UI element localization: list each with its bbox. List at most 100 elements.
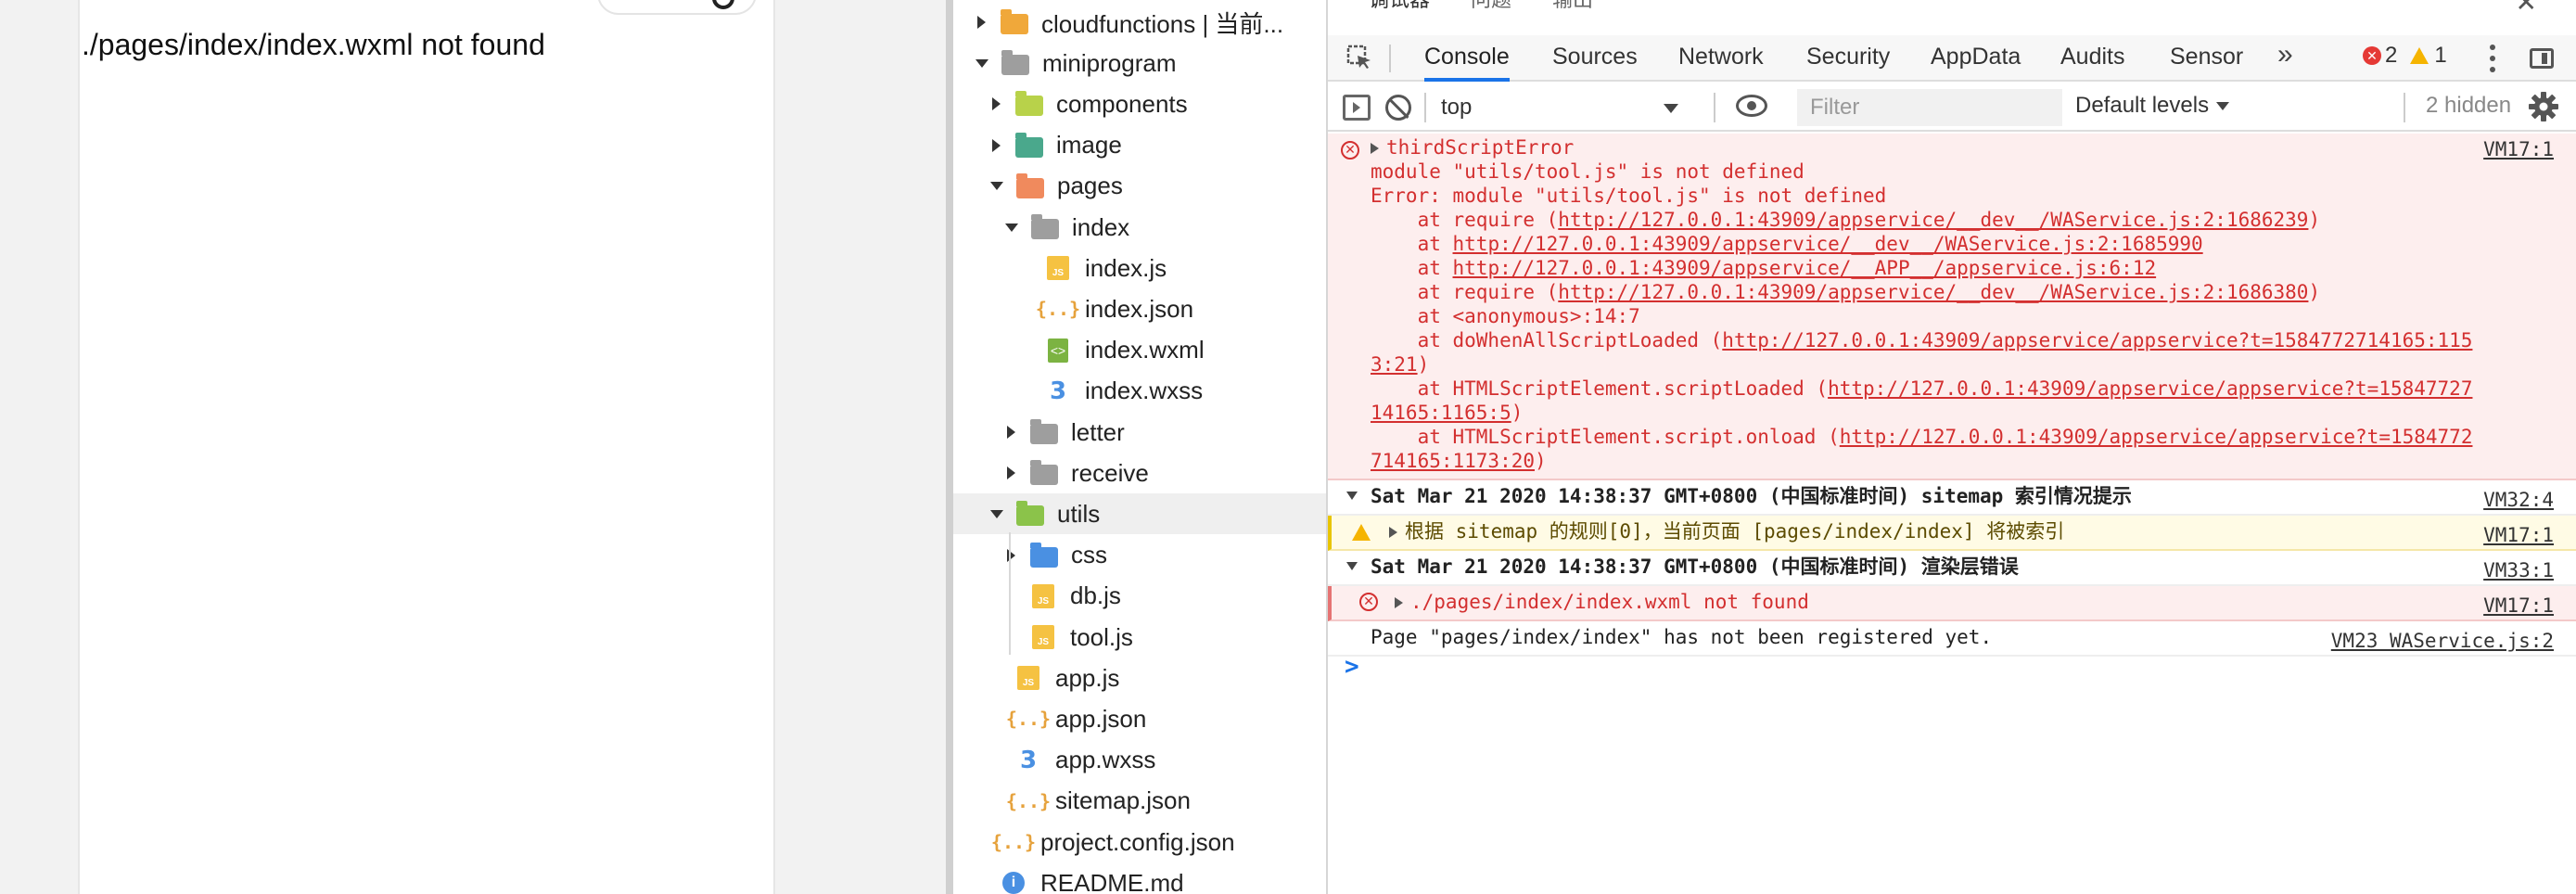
stack-frame-link[interactable]: http://127.0.0.1:43909/appservice/__dev_… (1558, 209, 2308, 231)
console-output[interactable]: ✕ thirdScriptError VM17:1 module "utils/… (1328, 134, 2576, 894)
stack-frame-text: at (1371, 257, 1453, 279)
tree-item[interactable]: 3 index.wxss (953, 371, 1326, 412)
tab-audits[interactable]: Audits (2060, 35, 2124, 82)
tree-item[interactable]: cloudfunctions | 当前... (953, 2, 1326, 43)
more-options-icon[interactable] (2489, 45, 2496, 72)
console-error-message[interactable]: ✕ ./pages/index/index.wxml not found VM1… (1328, 586, 2576, 621)
tree-item[interactable]: {..} project.config.json (953, 822, 1326, 862)
chevron-down-icon[interactable] (1005, 223, 1018, 232)
console-prompt-icon[interactable]: > (1345, 655, 1359, 679)
expand-arrow-icon[interactable] (1389, 527, 1397, 538)
show-sidebar-icon[interactable] (1343, 95, 1371, 121)
tree-item[interactable]: i README.md (953, 862, 1326, 894)
tree-item-label: index.js (1085, 253, 1167, 282)
chevron-down-icon[interactable] (990, 182, 1003, 191)
stack-frame-link[interactable]: http://127.0.0.1:43909/appservice/appser… (1722, 329, 2472, 351)
issue-counter[interactable]: ✕ 2 1 (2363, 43, 2447, 69)
expand-arrow-icon[interactable] (1395, 597, 1403, 608)
source-link[interactable]: VM33:1 (2483, 555, 2554, 586)
more-tabs-icon[interactable]: » (2277, 39, 2293, 70)
chevron-right-icon[interactable] (992, 138, 1001, 152)
stack-frame-link[interactable]: http://127.0.0.1:43909/appservice/appser… (1840, 426, 2473, 448)
tab-appdata[interactable]: AppData (1931, 35, 2021, 82)
tree-item[interactable]: image (953, 125, 1326, 166)
tree-item[interactable]: 3 app.wxss (953, 740, 1326, 781)
stack-frame-link[interactable]: http://127.0.0.1:43909/appservice/__dev_… (1558, 281, 2308, 303)
chevron-right-icon[interactable] (992, 97, 1001, 111)
context-select[interactable]: top (1435, 91, 1688, 124)
simulator-panel: ./pages/index/index.wxml not found (0, 0, 946, 894)
chevron-right-icon[interactable] (1007, 426, 1015, 439)
collapse-arrow-icon[interactable] (1346, 562, 1358, 570)
source-link[interactable]: VM17:1 (2483, 137, 2554, 161)
chevron-down-icon[interactable] (990, 509, 1003, 518)
simulator-screen[interactable]: ./pages/index/index.wxml not found (78, 0, 775, 894)
stack-frame-text: ) (1417, 353, 1430, 376)
collapse-arrow-icon[interactable] (1346, 492, 1358, 500)
tree-item-label: app.wxss (1055, 746, 1156, 774)
warning-icon (1352, 524, 1371, 541)
tab-sensor[interactable]: Sensor (2170, 35, 2243, 82)
tree-item[interactable]: components (953, 83, 1326, 124)
console-warning-message[interactable]: 根据 sitemap 的规则[0]，当前页面 [pages/index/inde… (1328, 516, 2576, 551)
warning-icon (2410, 47, 2429, 64)
stack-frame: at require (http://127.0.0.1:43909/appse… (1328, 208, 2576, 232)
clear-console-icon[interactable] (1385, 95, 1411, 121)
error-title-line[interactable]: thirdScriptError (1328, 134, 2576, 160)
source-link[interactable]: VM23 WAService.js:2 (2331, 625, 2554, 657)
console-group-header[interactable]: Sat Mar 21 2020 14:38:37 GMT+0800 (中国标准时… (1328, 480, 2576, 516)
source-link[interactable]: VM17:1 (2483, 519, 2554, 551)
gear-icon[interactable] (2528, 91, 2559, 122)
dock-side-icon[interactable] (2530, 48, 2554, 69)
source-link[interactable]: VM17:1 (2483, 590, 2554, 621)
tree-item[interactable]: {..} sitemap.json (953, 781, 1326, 822)
stack-frame-link[interactable]: http://127.0.0.1:43909/appservice/__dev_… (1453, 233, 2203, 255)
stack-frame-link[interactable]: 14165:1165:5 (1371, 402, 1511, 424)
source-link[interactable]: VM32:4 (2483, 484, 2554, 516)
tab-issues[interactable]: 问题 (1471, 0, 1511, 17)
tab-network[interactable]: Network (1678, 35, 1764, 82)
tab-security[interactable]: Security (1806, 35, 1890, 82)
console-group-header[interactable]: Sat Mar 21 2020 14:38:37 GMT+0800 (中国标准时… (1328, 551, 2576, 586)
tree-item[interactable]: letter (953, 412, 1326, 453)
tree-item[interactable]: miniprogram (953, 43, 1326, 83)
inspect-element-icon[interactable] (1346, 45, 1372, 70)
capsule-close-icon[interactable] (712, 0, 734, 9)
chevron-down-icon[interactable] (976, 58, 988, 68)
panel-splitter[interactable] (946, 0, 953, 894)
tree-item[interactable]: index (953, 207, 1326, 248)
tree-item[interactable]: JS index.js (953, 248, 1326, 288)
chevron-right-icon[interactable] (977, 16, 986, 29)
tab-debugger[interactable]: 调试器 (1369, 0, 1430, 17)
error-text: ./pages/index/index.wxml not found (1410, 591, 1809, 613)
chevron-right-icon[interactable] (1007, 466, 1015, 480)
tab-output[interactable]: 输出 (1552, 0, 1593, 17)
stack-frame: at http://127.0.0.1:43909/appservice/__d… (1328, 232, 2576, 256)
tab-sources[interactable]: Sources (1552, 35, 1638, 82)
stack-frame-link[interactable]: 3:21 (1371, 353, 1418, 376)
tree-item-label: app.js (1055, 663, 1120, 692)
tree-item[interactable]: {..} index.json (953, 288, 1326, 329)
expand-arrow-icon[interactable] (1371, 143, 1379, 154)
tab-console[interactable]: Console (1424, 35, 1510, 82)
capsule-menu-button[interactable] (597, 0, 757, 15)
toolbar-divider (2404, 93, 2405, 122)
stack-frame-text: ) (2308, 209, 2321, 231)
tree-item[interactable]: JS app.js (953, 658, 1326, 698)
console-error-message[interactable]: ✕ thirdScriptError VM17:1 module "utils/… (1328, 134, 2576, 480)
filter-input[interactable] (1797, 89, 2062, 126)
close-icon[interactable]: ✕ (2516, 0, 2537, 18)
console-log-message[interactable]: Page "pages/index/index" has not been re… (1328, 621, 2576, 657)
tree-item[interactable]: {..} app.json (953, 698, 1326, 739)
live-expression-eye-icon[interactable] (1736, 95, 1767, 117)
tree-item[interactable]: receive (953, 453, 1326, 493)
tree-item-label: pages (1057, 172, 1123, 200)
tree-item[interactable]: pages (953, 166, 1326, 207)
stack-frame-link[interactable]: http://127.0.0.1:43909/appservice/__APP_… (1453, 257, 2157, 279)
stack-frame-link[interactable]: http://127.0.0.1:43909/appservice/appser… (1828, 377, 2472, 400)
tree-item[interactable]: utils (953, 493, 1326, 535)
tree-item[interactable]: <> index.wxml (953, 330, 1326, 371)
stack-frame-link[interactable]: 714165:1173:20 (1371, 450, 1535, 472)
folder-open-icon (1001, 50, 1029, 76)
log-levels-dropdown[interactable]: Default levels (2075, 93, 2230, 119)
